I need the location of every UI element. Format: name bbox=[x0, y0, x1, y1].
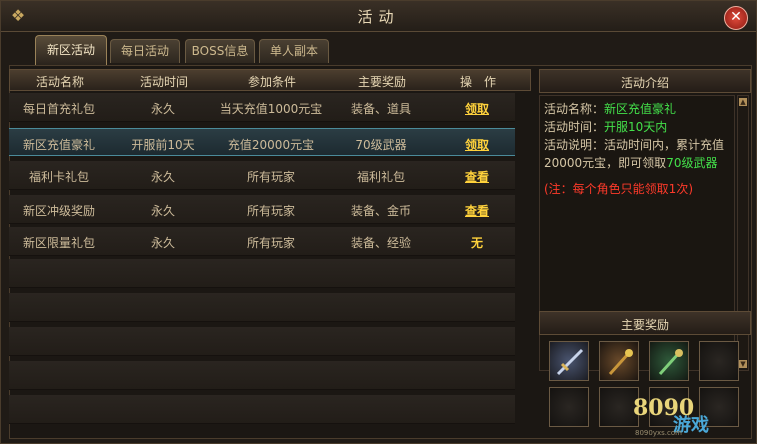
window-title: 活动 bbox=[357, 8, 400, 26]
row-condition: 所有玩家 bbox=[246, 236, 295, 250]
wand-icon bbox=[658, 349, 683, 376]
row-time: 永久 bbox=[150, 102, 175, 116]
empty-row bbox=[9, 259, 515, 288]
row-reward: 70级武器 bbox=[355, 138, 407, 152]
intro-desc-value: 70级武器 bbox=[666, 156, 718, 170]
col-operation: 操 作 bbox=[459, 75, 496, 89]
empty-row bbox=[9, 395, 515, 424]
intro-name-value: 新区充值豪礼 bbox=[604, 102, 677, 116]
tab-new-server[interactable]: 新区活动 bbox=[35, 35, 107, 65]
intro-desc-text1: 活动时间内，累计充值 bbox=[604, 138, 725, 152]
col-name: 活动名称 bbox=[35, 75, 84, 89]
row-reward: 装备、道具 bbox=[350, 102, 411, 116]
row-name: 新区限量礼包 bbox=[22, 236, 95, 250]
scroll-up-icon[interactable]: ▲ bbox=[739, 98, 747, 106]
close-button[interactable]: ✕ bbox=[724, 6, 748, 30]
reward-title: 主要奖励 bbox=[620, 318, 669, 332]
row-condition: 充值20000元宝 bbox=[227, 138, 315, 152]
intro-desc-label: 活动说明： bbox=[544, 138, 605, 152]
intro-header: 活动介绍 bbox=[539, 69, 751, 93]
col-condition: 参加条件 bbox=[247, 75, 296, 89]
table-row[interactable]: 福利卡礼包 永久 所有玩家 福利礼包 查看 bbox=[9, 161, 515, 190]
claim-link[interactable]: 领取 bbox=[449, 100, 505, 117]
tab-boss-info[interactable]: BOSS信息 bbox=[185, 39, 255, 63]
col-reward: 主要奖励 bbox=[357, 75, 406, 89]
table-header: 活动名称 活动时间 参加条件 主要奖励 操 作 bbox=[9, 69, 531, 91]
row-condition: 所有玩家 bbox=[246, 170, 295, 184]
reward-slot-staff[interactable] bbox=[599, 341, 639, 381]
table-row[interactable]: 新区充值豪礼 开服前10天 充值20000元宝 70级武器 领取 bbox=[9, 128, 515, 156]
intro-desc-text2: 20000元宝，即可领取 bbox=[544, 156, 667, 170]
col-time: 活动时间 bbox=[139, 75, 188, 89]
reward-slot-empty[interactable] bbox=[549, 387, 589, 427]
activity-table: 活动名称 活动时间 参加条件 主要奖励 操 作 每日首充礼包 永久 当天充值10… bbox=[9, 69, 531, 435]
row-time: 永久 bbox=[150, 170, 175, 184]
claim-link[interactable]: 领取 bbox=[449, 136, 505, 153]
table-row[interactable]: 新区冲级奖励 永久 所有玩家 装备、金币 查看 bbox=[9, 195, 515, 224]
tab-daily[interactable]: 每日活动 bbox=[110, 39, 180, 63]
row-time: 开服前10天 bbox=[131, 138, 195, 152]
empty-row bbox=[9, 327, 515, 356]
scroll-down-icon[interactable]: ▼ bbox=[739, 360, 747, 368]
none-label: 无 bbox=[470, 236, 483, 250]
row-name: 福利卡礼包 bbox=[28, 170, 89, 184]
empty-row bbox=[9, 361, 515, 390]
row-time: 永久 bbox=[150, 236, 175, 250]
activity-window: ❖ 活动 ✕ 新区活动 每日活动 BOSS信息 单人副本 活动名称 活动时间 参… bbox=[0, 0, 757, 444]
empty-row bbox=[9, 293, 515, 322]
row-name: 每日首充礼包 bbox=[22, 102, 95, 116]
row-reward: 福利礼包 bbox=[356, 170, 405, 184]
row-reward: 装备、金币 bbox=[350, 204, 411, 218]
watermark-logo: 8090 游戏 8090yxs.com bbox=[631, 395, 755, 443]
sword-icon bbox=[556, 348, 584, 376]
intro-time-label: 活动时间： bbox=[544, 120, 605, 134]
reward-header: 主要奖励 bbox=[539, 311, 751, 335]
view-link[interactable]: 查看 bbox=[449, 168, 505, 185]
staff-icon bbox=[608, 349, 633, 376]
row-name: 新区充值豪礼 bbox=[22, 138, 95, 152]
reward-slot-empty[interactable] bbox=[699, 341, 739, 381]
row-reward: 装备、经验 bbox=[350, 236, 411, 250]
table-row[interactable]: 每日首充礼包 永久 当天充值1000元宝 装备、道具 领取 bbox=[9, 93, 515, 122]
intro-name-label: 活动名称： bbox=[544, 102, 605, 116]
reward-slot-sword[interactable] bbox=[549, 341, 589, 381]
row-time: 永久 bbox=[150, 204, 175, 218]
intro-time-value: 开服10天内 bbox=[604, 120, 668, 134]
watermark-url: 8090yxs.com bbox=[635, 429, 682, 437]
title-bar[interactable]: ❖ 活动 ✕ bbox=[1, 1, 756, 32]
intro-title: 活动介绍 bbox=[620, 76, 669, 90]
row-condition: 所有玩家 bbox=[246, 204, 295, 218]
intro-panel: 活动介绍 活动名称：新区充值豪礼 活动时间：开服10天内 活动说明：活动时间内，… bbox=[539, 69, 751, 435]
row-name: 新区冲级奖励 bbox=[22, 204, 95, 218]
view-link[interactable]: 查看 bbox=[449, 202, 505, 219]
intro-note: (注：每个角色只能领取1次) bbox=[544, 182, 693, 196]
reward-slot-wand[interactable] bbox=[649, 341, 689, 381]
tab-solo-dungeon[interactable]: 单人副本 bbox=[259, 39, 329, 63]
row-condition: 当天充值1000元宝 bbox=[219, 102, 323, 116]
table-row[interactable]: 新区限量礼包 永久 所有玩家 装备、经验 无 bbox=[9, 227, 515, 256]
